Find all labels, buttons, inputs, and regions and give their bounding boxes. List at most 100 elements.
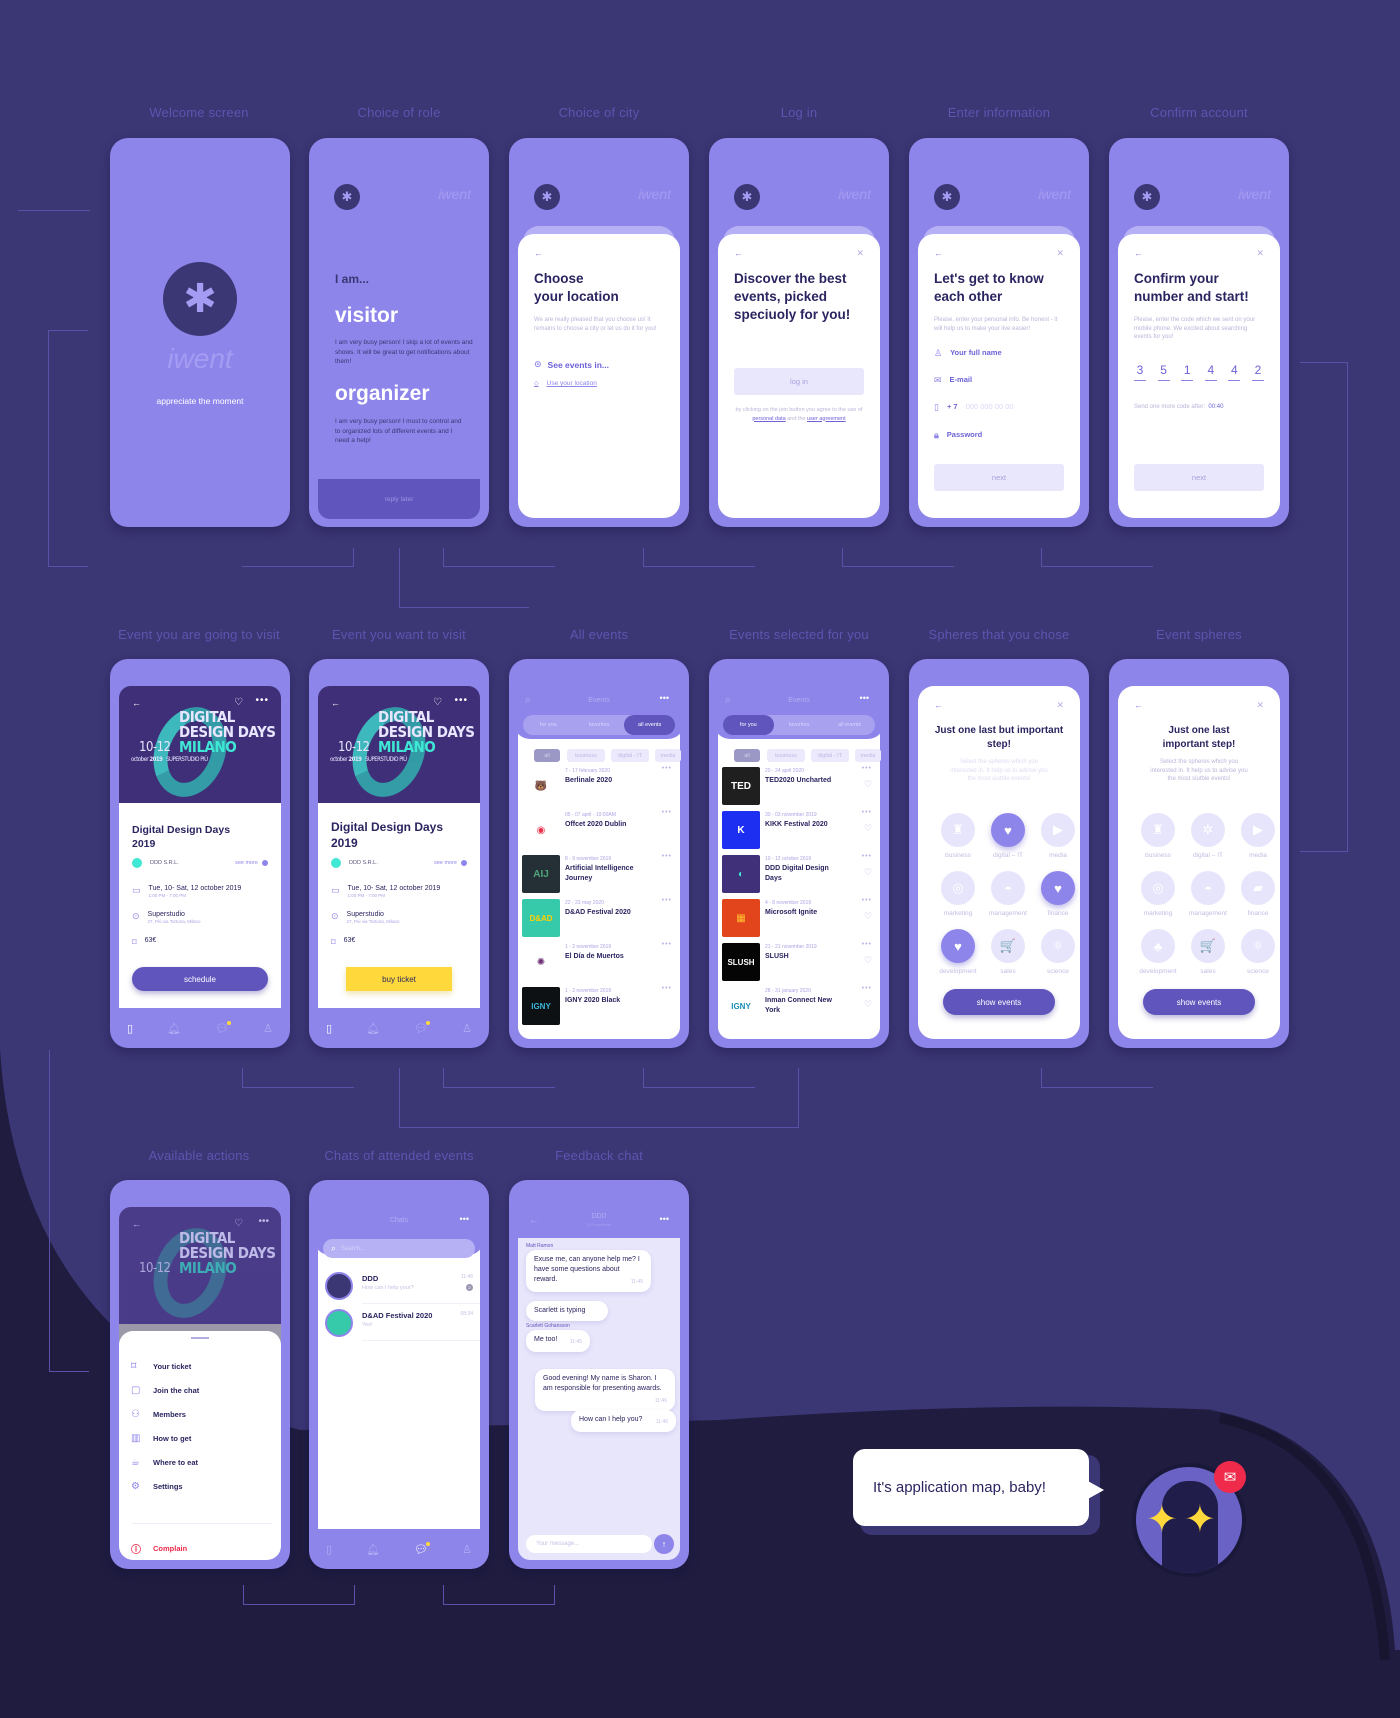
filter-media[interactable]: media: [855, 749, 881, 762]
visitor-option[interactable]: visitor: [335, 304, 398, 328]
back-arrow-icon[interactable]: ←: [734, 248, 743, 258]
more-icon[interactable]: •••: [862, 941, 872, 948]
back-arrow-icon[interactable]: ←: [1134, 248, 1143, 258]
tab-for-you[interactable]: for you: [723, 715, 774, 735]
code-digit[interactable]: 4: [1204, 363, 1217, 381]
filter-digital-it[interactable]: digital - IT: [611, 749, 649, 762]
see-more-link[interactable]: see more: [434, 860, 457, 866]
event-list-item[interactable]: TED 20 - 24 april 2020 TED2020 Uncharted ••…: [709, 765, 889, 809]
sphere-science[interactable]: ⚛: [1241, 929, 1275, 963]
tab-tickets-icon[interactable]: ▯: [127, 1022, 133, 1035]
buy-ticket-button[interactable]: buy ticket: [346, 967, 452, 991]
tab-chats-icon[interactable]: 💬︎: [215, 1020, 232, 1035]
code-digit[interactable]: 3: [1134, 363, 1146, 381]
heart-icon[interactable]: ♡: [864, 911, 872, 922]
action-members[interactable]: ⚇ Members: [131, 1409, 186, 1420]
sphere-sales[interactable]: 🛒: [1191, 929, 1225, 963]
next-button[interactable]: next: [1134, 464, 1264, 491]
filter-all[interactable]: all: [734, 749, 760, 762]
mail-badge[interactable]: ✉: [1214, 1461, 1246, 1493]
filter-business[interactable]: business: [567, 749, 605, 762]
code-digit[interactable]: 1: [1181, 363, 1194, 381]
back-arrow-icon[interactable]: ←: [132, 1219, 141, 1229]
code-digit[interactable]: 4: [1228, 363, 1241, 381]
phone-field[interactable]: ▯ + 7 000 000 00 00: [934, 402, 1014, 413]
close-icon[interactable]: ✕: [1256, 700, 1264, 711]
sphere-business[interactable]: ♜: [1141, 813, 1175, 847]
more-icon[interactable]: •••: [460, 1214, 469, 1224]
tab-notifications-icon[interactable]: 🔔︎: [366, 1022, 380, 1035]
tab-all-events[interactable]: all events: [624, 715, 676, 735]
code-digit[interactable]: 5: [1157, 363, 1170, 381]
back-arrow-icon[interactable]: ←: [132, 698, 141, 708]
more-icon[interactable]: •••: [862, 853, 872, 860]
event-list-item[interactable]: IGNY 1 - 2 november 2019 IGNY 2020 Black ••…: [509, 985, 689, 1029]
more-icon[interactable]: •••: [662, 853, 672, 860]
back-arrow-icon[interactable]: ←: [934, 700, 943, 710]
sheet-handle[interactable]: [191, 1337, 209, 1339]
more-icon[interactable]: •••: [660, 1214, 669, 1224]
user-agreement-link[interactable]: user agreement: [807, 416, 846, 422]
heart-icon[interactable]: ♡: [864, 999, 872, 1010]
full-name-field[interactable]: ♙ Your full name: [934, 348, 1002, 359]
sphere-development[interactable]: ♥: [941, 929, 975, 963]
back-arrow-icon[interactable]: ←: [1134, 700, 1143, 710]
schedule-button[interactable]: schedule: [132, 967, 268, 991]
event-list-item[interactable]: 🐻 7 - 17 february 2020 Berlinale 2020 •••: [509, 765, 689, 809]
tab-for-you[interactable]: for you: [523, 715, 574, 735]
reply-later-button[interactable]: reply later: [318, 479, 480, 519]
action-join-the-chat[interactable]: ▢ Join the chat: [131, 1385, 199, 1396]
event-list-item[interactable]: D&AD 22 - 23 may 2020 D&AD Festival 2020 ••…: [509, 897, 689, 941]
heart-icon[interactable]: ♡: [864, 779, 872, 790]
plus-icon[interactable]: [461, 860, 467, 866]
filter-all[interactable]: all: [534, 749, 560, 762]
close-icon[interactable]: ✕: [1256, 248, 1264, 259]
see-more-link[interactable]: see more: [235, 860, 258, 866]
email-field[interactable]: ✉ E-mail: [934, 375, 972, 386]
more-icon[interactable]: •••: [662, 809, 672, 816]
password-field[interactable]: 🔒︎ Password: [934, 430, 982, 441]
event-list-item[interactable]: ▦ 4 - 8 november 2019 Microsoft Ignite ••• ♡: [709, 897, 889, 941]
sphere-finance[interactable]: ♥: [1041, 871, 1075, 905]
tab-chats-icon[interactable]: 💬︎: [414, 1020, 431, 1035]
heart-icon[interactable]: ♡: [864, 955, 872, 966]
close-icon[interactable]: ✕: [1056, 700, 1064, 711]
sphere-sales[interactable]: 🛒: [991, 929, 1025, 963]
code-input[interactable]: 3 5 1 4 4 2: [1134, 363, 1264, 381]
heart-icon[interactable]: ♡: [864, 867, 872, 878]
send-button[interactable]: ↑: [654, 1534, 674, 1554]
tab-profile-icon[interactable]: ♙: [462, 1543, 472, 1556]
chat-list-item[interactable]: DDD How can I help your? 11:46 2: [318, 1270, 480, 1304]
tab-favorites[interactable]: favorites: [574, 715, 625, 735]
tab-profile-icon[interactable]: ♙: [462, 1022, 472, 1035]
code-digit[interactable]: 2: [1251, 363, 1264, 381]
back-arrow-icon[interactable]: ←: [934, 248, 943, 258]
sphere-development[interactable]: ♣: [1141, 929, 1175, 963]
action-how-to-get[interactable]: ▥ How to get: [131, 1433, 191, 1444]
show-events-button[interactable]: show events: [1143, 989, 1255, 1015]
event-list-item[interactable]: ◉ 05 - 07 april - 10:00AM Offcet 2020 Dubl…: [509, 809, 689, 853]
tab-chats-icon[interactable]: 💬︎: [414, 1541, 431, 1556]
tab-notifications-icon[interactable]: 🔔︎: [366, 1543, 380, 1556]
more-icon[interactable]: •••: [860, 693, 869, 703]
more-icon[interactable]: •••: [662, 985, 672, 992]
more-icon[interactable]: •••: [662, 765, 672, 772]
more-icon[interactable]: •••: [862, 809, 872, 816]
more-icon[interactable]: •••: [660, 693, 669, 703]
heart-icon[interactable]: ♡: [864, 823, 872, 834]
plus-icon[interactable]: [262, 860, 268, 866]
more-icon[interactable]: •••: [662, 941, 672, 948]
see-events-in-link[interactable]: ⊙ See events in...: [534, 359, 609, 370]
event-list-item[interactable]: ✺ 1 - 2 november 2019 El Día de Muertos •••: [509, 941, 689, 985]
heart-icon[interactable]: ♡: [433, 697, 442, 708]
sphere-digital---it[interactable]: ♥: [991, 813, 1025, 847]
filter-media[interactable]: media: [655, 749, 681, 762]
tab-favorites[interactable]: favorites: [774, 715, 825, 735]
more-icon[interactable]: •••: [255, 695, 269, 706]
sphere-marketing[interactable]: ◎: [941, 871, 975, 905]
more-icon[interactable]: •••: [454, 695, 468, 706]
action-where-to-eat[interactable]: ☕ Where to eat: [131, 1457, 198, 1468]
more-icon[interactable]: •••: [862, 985, 872, 992]
login-button[interactable]: log in: [734, 368, 864, 395]
event-list-item[interactable]: ◐ 10 - 12 october 2019 DDD Digital Design …: [709, 853, 889, 897]
